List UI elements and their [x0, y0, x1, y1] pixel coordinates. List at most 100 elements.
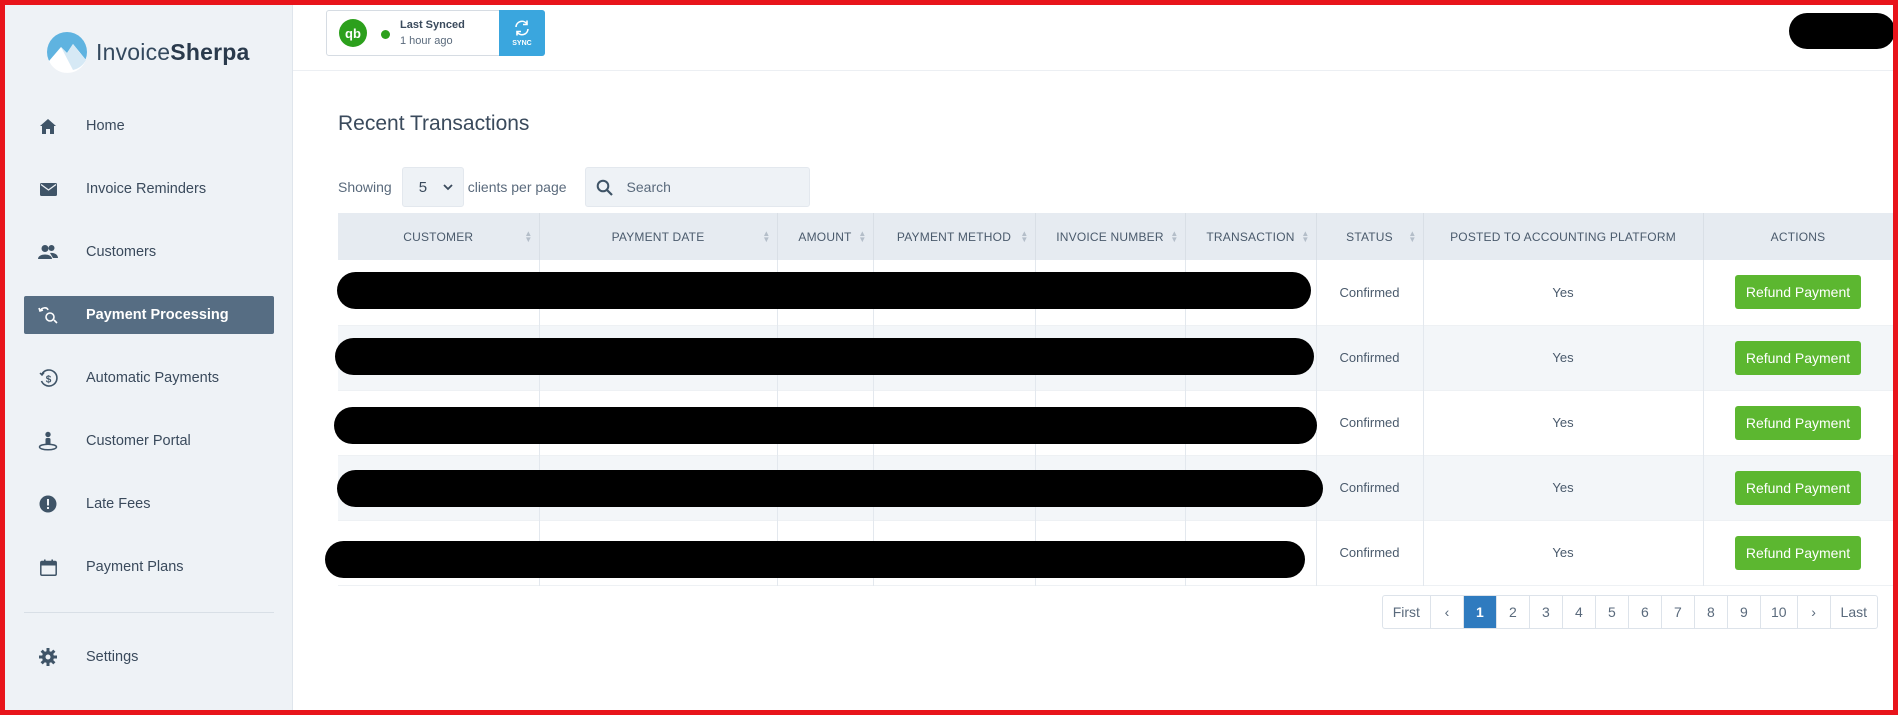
sidebar-item-customers[interactable]: Customers	[24, 233, 274, 271]
page-button-10[interactable]: 10	[1761, 596, 1798, 628]
status-cell: Confirmed	[1316, 325, 1424, 390]
column-header-invoice-number[interactable]: INVOICE NUMBER ▲ ▼	[1035, 213, 1186, 260]
sidebar-item-label: Late Fees	[86, 496, 151, 512]
page-button-8[interactable]: 8	[1695, 596, 1728, 628]
sync-subtitle: 1 hour ago	[400, 35, 453, 47]
sync-status-widget: qb Last Synced 1 hour ago SYNC	[326, 10, 545, 56]
posted-cell: Yes	[1423, 325, 1704, 390]
sort-icon: ▲ ▼	[1020, 229, 1029, 244]
refund-payment-button[interactable]: Refund Payment	[1735, 405, 1861, 440]
page-button-3[interactable]: 3	[1530, 596, 1563, 628]
sidebar-item-payment-plans[interactable]: Payment Plans	[24, 548, 274, 586]
sidebar-divider	[24, 612, 274, 613]
status-cell: Confirmed	[1316, 390, 1424, 455]
per-page-value: 5	[418, 178, 428, 196]
sidebar-item-label: Customers	[86, 244, 157, 260]
sidebar-item-home[interactable]: Home	[24, 107, 274, 145]
table-controls: Showing 5 clients per page	[338, 167, 810, 207]
column-header-payment-date[interactable]: PAYMENT DATE ▲ ▼	[539, 213, 778, 260]
column-header-amount[interactable]: AMOUNT ▲ ▼	[777, 213, 874, 260]
page-next-button[interactable]: ›	[1798, 596, 1831, 628]
sidebar-item-label: Automatic Payments	[86, 370, 219, 386]
page-button-1[interactable]: 1	[1463, 596, 1497, 628]
sort-icon: ▲ ▼	[1170, 229, 1179, 244]
user-menu-redacted[interactable]	[1789, 13, 1895, 49]
posted-cell: Yes	[1423, 520, 1704, 585]
redacted-row-data	[334, 407, 1317, 444]
sort-icon: ▲ ▼	[762, 229, 771, 244]
status-cell: Confirmed	[1316, 455, 1424, 520]
sidebar-item-customer-portal[interactable]: Customer Portal	[24, 422, 274, 460]
sync-status-dot	[381, 30, 390, 39]
refund-payment-button[interactable]: Refund Payment	[1735, 275, 1861, 310]
sort-icon: ▲ ▼	[858, 229, 867, 244]
sidebar-item-label: Settings	[86, 649, 139, 665]
portal-person-icon	[38, 431, 58, 451]
column-header-transaction[interactable]: TRANSACTION ▲ ▼	[1185, 213, 1317, 260]
gear-icon	[38, 647, 58, 667]
page-title: Recent Transactions	[338, 112, 530, 135]
sidebar-item-label: Home	[86, 118, 125, 134]
home-icon	[38, 116, 58, 136]
sidebar: InvoiceSherpa Home Invoice Reminders Cus…	[0, 0, 293, 715]
sidebar-item-label: Payment Processing	[86, 307, 229, 323]
sync-text: Last Synced 1 hour ago	[400, 11, 465, 55]
refund-payment-button[interactable]: Refund Payment	[1735, 470, 1861, 505]
per-page-select[interactable]: 5	[401, 167, 464, 207]
column-header-posted: POSTED TO ACCOUNTING PLATFORM	[1423, 213, 1704, 260]
sidebar-item-automatic-payments[interactable]: $ Automatic Payments	[24, 359, 274, 397]
status-cell: Confirmed	[1316, 520, 1424, 585]
page-first-button[interactable]: First	[1383, 596, 1431, 628]
alert-icon	[38, 494, 58, 514]
refresh-icon	[515, 20, 529, 36]
column-header-actions: ACTIONS	[1703, 213, 1894, 260]
posted-cell: Yes	[1423, 455, 1704, 520]
svg-text:$: $	[45, 374, 51, 385]
page-button-7[interactable]: 7	[1662, 596, 1695, 628]
users-icon	[38, 242, 58, 262]
top-header: qb Last Synced 1 hour ago SYNC	[293, 0, 1898, 71]
posted-cell: Yes	[1423, 260, 1704, 325]
dollar-cycle-icon: $	[38, 368, 58, 388]
redacted-row-data	[337, 272, 1311, 309]
column-header-status[interactable]: STATUS ▲ ▼	[1316, 213, 1424, 260]
showing-label: Showing	[338, 179, 392, 195]
brand-name: InvoiceSherpa	[96, 38, 250, 65]
sync-button[interactable]: SYNC	[499, 10, 545, 56]
search-box[interactable]	[584, 167, 810, 207]
sidebar-item-late-fees[interactable]: Late Fees	[24, 485, 274, 523]
sidebar-item-settings[interactable]: Settings	[24, 638, 274, 676]
pagination: First ‹ 1 2 3 4 5 6 7 8 9 10 › Last	[1381, 595, 1878, 629]
page-button-5[interactable]: 5	[1596, 596, 1629, 628]
page-button-9[interactable]: 9	[1728, 596, 1761, 628]
redacted-row-data	[325, 541, 1305, 578]
redacted-row-data	[335, 338, 1314, 375]
sidebar-item-label: Invoice Reminders	[86, 181, 207, 197]
refund-payment-button[interactable]: Refund Payment	[1735, 340, 1861, 375]
sidebar-item-invoice-reminders[interactable]: Invoice Reminders	[24, 170, 274, 208]
column-header-customer[interactable]: CUSTOMER ▲ ▼	[338, 213, 540, 260]
sort-icon: ▲ ▼	[1301, 229, 1310, 244]
table-header-row: CUSTOMER ▲ ▼ PAYMENT DATE ▲ ▼ AMOUNT ▲ ▼ PAYME…	[338, 213, 1894, 260]
brand-logo[interactable]: InvoiceSherpa	[46, 30, 249, 74]
redacted-row-data	[337, 470, 1323, 507]
search-input[interactable]	[626, 179, 797, 195]
sort-icon: ▲ ▼	[1408, 229, 1417, 244]
column-header-payment-method[interactable]: PAYMENT METHOD ▲ ▼	[873, 213, 1036, 260]
sort-icon: ▲ ▼	[524, 229, 533, 244]
chevron-down-icon	[443, 183, 453, 190]
page-prev-button[interactable]: ‹	[1431, 596, 1464, 628]
search-icon	[596, 179, 613, 196]
per-page-suffix: clients per page	[467, 179, 567, 195]
status-cell: Confirmed	[1316, 260, 1424, 325]
transactions-table: CUSTOMER ▲ ▼ PAYMENT DATE ▲ ▼ AMOUNT ▲ ▼ PAYME…	[338, 213, 1894, 586]
refund-payment-button[interactable]: Refund Payment	[1735, 535, 1861, 570]
page-button-2[interactable]: 2	[1497, 596, 1530, 628]
page-button-4[interactable]: 4	[1563, 596, 1596, 628]
page-button-6[interactable]: 6	[1629, 596, 1662, 628]
page-last-button[interactable]: Last	[1831, 596, 1877, 628]
calendar-icon	[38, 557, 58, 577]
sidebar-item-label: Payment Plans	[86, 559, 184, 575]
envelope-icon	[38, 179, 58, 199]
sidebar-item-payment-processing[interactable]: Payment Processing	[24, 296, 274, 334]
